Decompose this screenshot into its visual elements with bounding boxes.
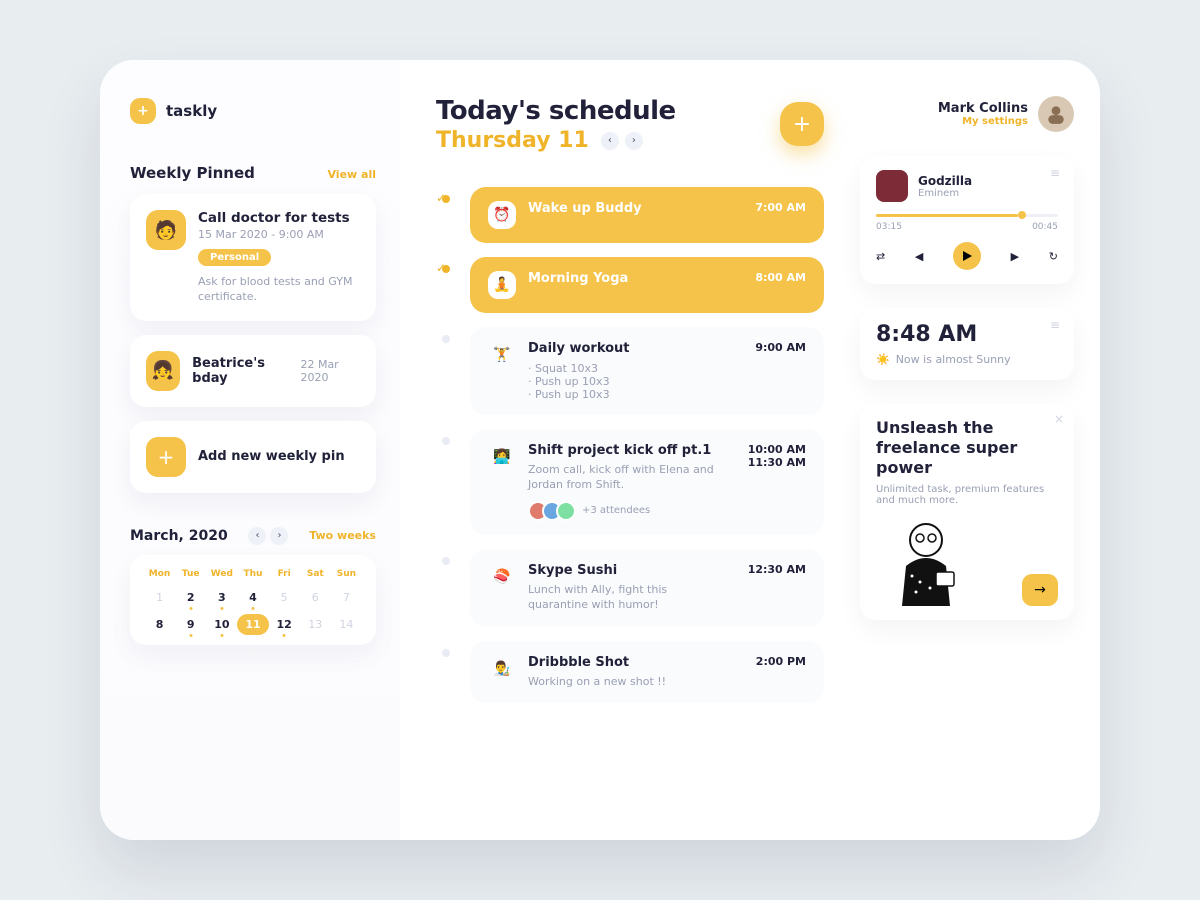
alarm-icon: ⏰ — [488, 201, 516, 229]
calendar-day[interactable]: 6 — [300, 587, 331, 608]
pinned-1-date: 15 Mar 2020 - 9:00 AM — [198, 228, 358, 241]
right-rail: Mark Collins My settings ≡ Godzilla Emin… — [860, 60, 1100, 840]
promo-title: Unsleash the freelance super power — [876, 418, 1058, 478]
current-time: 8:48 AM — [876, 322, 1058, 347]
elapsed-time: 03:15 — [876, 222, 902, 232]
user-avatar[interactable] — [1038, 96, 1074, 132]
add-weekly-pin-button[interactable]: + Add new weekly pin — [130, 421, 376, 493]
calendar-day[interactable]: 2 — [175, 587, 206, 608]
add-event-button[interactable]: + — [780, 102, 824, 146]
schedule-prev-button[interactable]: ‹ — [601, 132, 619, 150]
timeline: ✓ ⏰ Wake up Buddy 7:00 AM ✓ 🧘 Morning Yo… — [436, 187, 824, 743]
schedule-title: Today's schedule — [436, 96, 824, 126]
next-track-icon[interactable]: ▶ — [1011, 250, 1019, 263]
widget-menu-icon[interactable]: ≡ — [1050, 318, 1062, 332]
add-pin-label: Add new weekly pin — [198, 449, 345, 464]
calendar-day[interactable]: 9 — [175, 614, 206, 635]
song-artist: Eminem — [918, 188, 972, 199]
pinned-2-title: Beatrice's bday — [192, 356, 288, 386]
timeline-item[interactable]: ✓ 🧘 Morning Yoga 8:00 AM — [436, 257, 824, 313]
design-icon: 👨‍🎨 — [488, 655, 516, 683]
attendee-avatar — [556, 501, 576, 521]
pinned-2-date: 22 Mar 2020 — [300, 358, 360, 384]
promo-illustration — [876, 516, 986, 606]
progress-bar[interactable] — [876, 214, 1058, 217]
timeline-item[interactable]: 🏋️ Daily workout Squat 10x3 Push up 10x3… — [436, 327, 824, 415]
check-icon: ✓ — [436, 191, 446, 205]
prev-track-icon[interactable]: ◀ — [915, 250, 923, 263]
user-chip[interactable]: Mark Collins My settings — [860, 96, 1074, 132]
check-icon: ✓ — [436, 261, 446, 275]
calendar-day-selected[interactable]: 11 — [237, 614, 268, 635]
weekly-pinned-header: Weekly Pinned View all — [130, 164, 376, 182]
shuffle-icon[interactable]: ⇄ — [876, 250, 885, 263]
pinned-1-note: Ask for blood tests and GYM certificate. — [198, 274, 358, 305]
calendar-day[interactable]: 12 — [269, 614, 300, 635]
sushi-icon: 🍣 — [488, 563, 516, 591]
calendar-day[interactable]: 5 — [269, 587, 300, 608]
yoga-icon: 🧘 — [488, 271, 516, 299]
calendar-day[interactable]: 4 — [237, 587, 268, 608]
user-name: Mark Collins — [938, 101, 1028, 116]
pinned-card-2[interactable]: 👧 Beatrice's bday 22 Mar 2020 — [130, 335, 376, 407]
timeline-item[interactable]: ✓ ⏰ Wake up Buddy 7:00 AM — [436, 187, 824, 243]
calendar-month: March, 2020 — [130, 528, 228, 544]
user-settings-link[interactable]: My settings — [938, 116, 1028, 127]
calendar-day[interactable]: 14 — [331, 614, 362, 635]
promo-card: × Unsleash the freelance super power Unl… — [860, 404, 1074, 620]
close-icon[interactable]: × — [1054, 412, 1064, 426]
pinned-1-badge: Personal — [198, 249, 271, 266]
calendar-week-1: 1 2 3 4 5 6 7 — [144, 587, 362, 608]
play-button[interactable] — [953, 242, 981, 270]
calendar-day[interactable]: 7 — [331, 587, 362, 608]
app-name: taskly — [166, 102, 217, 120]
timeline-item[interactable]: 🍣 Skype Sushi Lunch with Ally, fight thi… — [436, 549, 824, 627]
plus-icon: + — [146, 437, 186, 477]
schedule-panel: Today's schedule Thursday 11 ‹ › + ✓ ⏰ W… — [400, 60, 860, 840]
app-window: + taskly Weekly Pinned View all 🧑 Call d… — [100, 60, 1100, 840]
widget-menu-icon[interactable]: ≡ — [1050, 166, 1062, 180]
pinned-card-1[interactable]: 🧑 Call doctor for tests 15 Mar 2020 - 9:… — [130, 194, 376, 321]
song-title: Godzilla — [918, 174, 972, 188]
calendar-day[interactable]: 13 — [300, 614, 331, 635]
timeline-item[interactable]: 👩‍💻 Shift project kick off pt.1 Zoom cal… — [436, 429, 824, 535]
promo-arrow-button[interactable]: → — [1022, 574, 1058, 606]
calendar-week-2: 8 9 10 11 12 13 14 — [144, 614, 362, 635]
brand[interactable]: + taskly — [130, 98, 376, 124]
clock-widget: ≡ 8:48 AM ☀️ Now is almost Sunny — [860, 308, 1074, 380]
sidebar: + taskly Weekly Pinned View all 🧑 Call d… — [100, 60, 400, 840]
weather-text: Now is almost Sunny — [896, 353, 1011, 366]
view-all-link[interactable]: View all — [327, 168, 376, 181]
music-widget: ≡ Godzilla Eminem 03:15 00:45 ⇄ ◀ ▶ ↻ — [860, 156, 1074, 284]
logo-icon: + — [130, 98, 156, 124]
calendar-widget: March, 2020 ‹ › Two weeks Mon Tue Wed Th… — [130, 527, 376, 645]
timeline-item[interactable]: 👨‍🎨 Dribbble Shot Working on a new shot … — [436, 641, 824, 703]
schedule-date: Thursday 11 — [436, 128, 589, 153]
two-weeks-link[interactable]: Two weeks — [309, 529, 376, 542]
face-icon: 👧 — [146, 351, 180, 391]
person-icon: 🧑 — [146, 210, 186, 250]
calendar-day[interactable]: 1 — [144, 587, 175, 608]
calendar-day[interactable]: 8 — [144, 614, 175, 635]
calendar-dow-row: Mon Tue Wed Thu Fri Sat Sun — [144, 569, 362, 579]
weather-icon: ☀️ — [876, 353, 890, 366]
remaining-time: 00:45 — [1032, 222, 1058, 232]
schedule-next-button[interactable]: › — [625, 132, 643, 150]
person-icon: 👩‍💻 — [488, 443, 516, 471]
workout-icon: 🏋️ — [488, 341, 516, 369]
calendar-day[interactable]: 10 — [206, 614, 237, 635]
pinned-1-title: Call doctor for tests — [198, 210, 358, 226]
promo-desc: Unlimited task, premium features and muc… — [876, 484, 1058, 506]
repeat-icon[interactable]: ↻ — [1049, 250, 1058, 263]
cal-prev-button[interactable]: ‹ — [248, 527, 266, 545]
weekly-pinned-title: Weekly Pinned — [130, 164, 255, 182]
cal-next-button[interactable]: › — [270, 527, 288, 545]
album-cover — [876, 170, 908, 202]
calendar-day[interactable]: 3 — [206, 587, 237, 608]
